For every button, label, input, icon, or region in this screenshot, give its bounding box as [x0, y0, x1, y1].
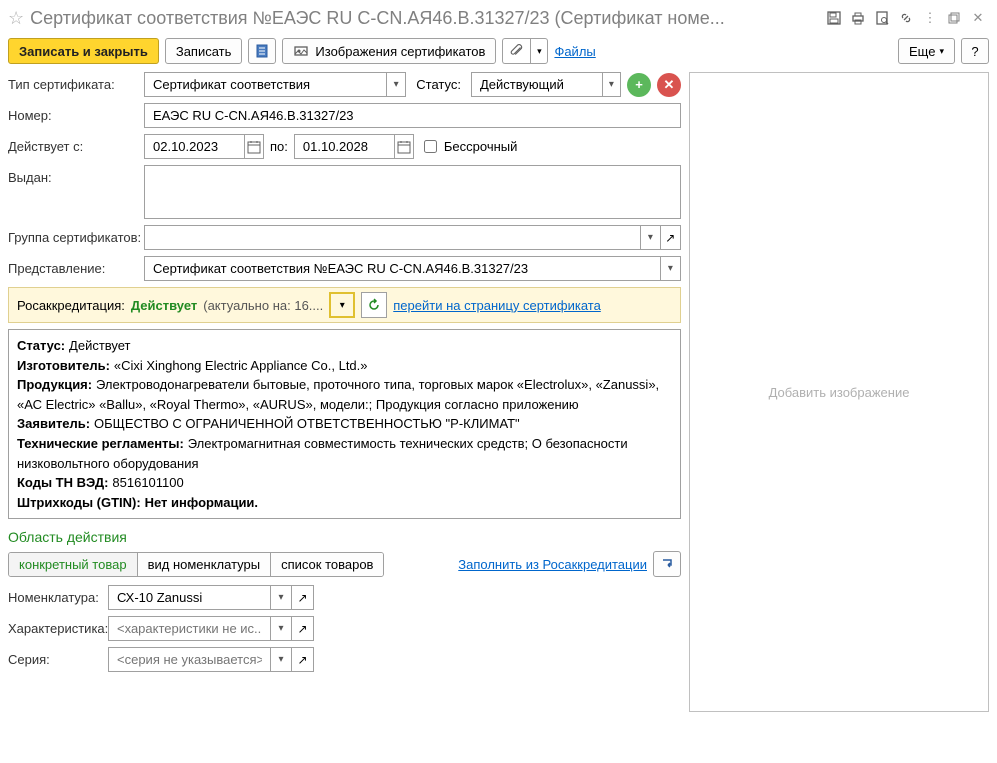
perpetual-checkbox[interactable]: Бессрочный: [420, 137, 518, 156]
certificate-details: Статус: Действует Изготовитель: «Cixi Xi…: [8, 329, 681, 519]
open-external-icon[interactable]: ↗: [292, 647, 314, 672]
image-drop-zone[interactable]: Добавить изображение: [689, 72, 989, 712]
fill-action-button[interactable]: [653, 551, 681, 577]
cert-type-row: Тип сертификата: ▾ Статус: ▾ + ✕: [8, 72, 681, 97]
cert-group-select[interactable]: ▾ ↗: [144, 225, 681, 250]
rosaccreditation-bar: Росаккредитация: Действует (актуально на…: [8, 287, 681, 323]
chevron-down-icon[interactable]: ▾: [602, 72, 621, 97]
print-icon[interactable]: [847, 7, 869, 29]
characteristic-row: Характеристика: ▾ ↗: [8, 616, 681, 641]
rosaccred-dropdown[interactable]: ▾: [329, 292, 355, 318]
close-icon[interactable]: ✕: [967, 7, 989, 29]
series-select[interactable]: ▾ ↗: [108, 647, 314, 672]
save-and-close-button[interactable]: Записать и закрыть: [8, 38, 159, 64]
help-button[interactable]: ?: [961, 38, 989, 64]
tab-nomenclature-type[interactable]: вид номенклатуры: [138, 553, 272, 576]
kebab-menu-icon[interactable]: ⋮: [919, 7, 941, 29]
issued-textarea[interactable]: [144, 165, 681, 219]
representation-label: Представление:: [8, 256, 144, 276]
titlebar: ☆ Сертификат соответствия №ЕАЭС RU С-CN.…: [8, 4, 989, 32]
tab-specific-product[interactable]: конкретный товар: [9, 553, 138, 576]
report-icon[interactable]: [871, 7, 893, 29]
nomenclature-row: Номенклатура: ▾ ↗: [8, 585, 681, 610]
number-row: Номер:: [8, 103, 681, 128]
issued-row: Выдан:: [8, 165, 681, 219]
chevron-down-icon[interactable]: ▾: [270, 647, 292, 672]
number-input[interactable]: [144, 103, 681, 128]
files-link[interactable]: Файлы: [554, 44, 595, 59]
cert-type-select[interactable]: ▾: [144, 72, 406, 97]
cert-images-button[interactable]: Изображения сертификатов: [282, 38, 496, 64]
refresh-button[interactable]: [361, 292, 387, 318]
status-label: Статус:: [412, 77, 465, 92]
series-row: Серия: ▾ ↗: [8, 647, 681, 672]
rosaccred-status: Действует: [131, 298, 197, 313]
issued-label: Выдан:: [8, 165, 144, 185]
chevron-down-icon[interactable]: ▾: [640, 225, 660, 250]
rosaccred-label: Росаккредитация:: [17, 298, 125, 313]
attach-button[interactable]: ▾: [502, 38, 548, 64]
document-properties-button[interactable]: [248, 38, 276, 64]
cert-page-link[interactable]: перейти на страницу сертификата: [393, 298, 601, 313]
window-title: Сертификат соответствия №ЕАЭС RU С-CN.АЯ…: [30, 8, 823, 29]
scope-section-title: Область действия: [8, 529, 681, 545]
characteristic-select[interactable]: ▾ ↗: [108, 616, 314, 641]
characteristic-label: Характеристика:: [8, 616, 108, 636]
add-button[interactable]: +: [627, 73, 651, 97]
scope-tabs-row: конкретный товар вид номенклатуры список…: [8, 551, 681, 577]
cert-images-label: Изображения сертификатов: [315, 44, 485, 59]
number-label: Номер:: [8, 103, 144, 123]
nomenclature-select[interactable]: ▾ ↗: [108, 585, 314, 610]
to-label: по:: [270, 139, 288, 154]
link-icon[interactable]: [895, 7, 917, 29]
main-toolbar: Записать и закрыть Записать Изображения …: [8, 38, 989, 64]
cert-group-row: Группа сертификатов: ▾ ↗: [8, 225, 681, 250]
open-external-icon[interactable]: ↗: [292, 616, 314, 641]
open-external-icon[interactable]: ↗: [292, 585, 314, 610]
date-to-input[interactable]: [294, 134, 414, 159]
more-button[interactable]: Еще▾: [898, 38, 955, 64]
nomenclature-label: Номенклатура:: [8, 585, 108, 605]
fill-from-rosaccred-link[interactable]: Заполнить из Росаккредитации: [458, 557, 647, 572]
rosaccred-date: (актуально на: 16....: [203, 298, 323, 313]
window-restore-icon[interactable]: [943, 7, 965, 29]
validity-row: Действует с: по: Бессрочный: [8, 134, 681, 159]
scope-tab-group: конкретный товар вид номенклатуры список…: [8, 552, 384, 577]
series-label: Серия:: [8, 647, 108, 667]
open-external-icon[interactable]: ↗: [661, 225, 681, 250]
representation-row: Представление: ▾: [8, 256, 681, 281]
calendar-icon[interactable]: [244, 134, 264, 159]
representation-input[interactable]: ▾: [144, 256, 681, 281]
chevron-down-icon[interactable]: ▾: [386, 72, 406, 97]
calendar-icon[interactable]: [394, 134, 414, 159]
favorite-star-icon[interactable]: ☆: [8, 8, 24, 29]
remove-button[interactable]: ✕: [657, 73, 681, 97]
tab-product-list[interactable]: список товаров: [271, 553, 383, 576]
save-button[interactable]: Записать: [165, 38, 243, 64]
chevron-down-icon[interactable]: ▾: [270, 585, 292, 610]
valid-from-label: Действует с:: [8, 134, 144, 154]
cert-group-label: Группа сертификатов:: [8, 225, 144, 245]
save-icon[interactable]: [823, 7, 845, 29]
cert-type-label: Тип сертификата:: [8, 72, 144, 92]
chevron-down-icon[interactable]: ▾: [660, 256, 681, 281]
image-drop-placeholder: Добавить изображение: [769, 385, 910, 400]
chevron-down-icon[interactable]: ▾: [270, 616, 292, 641]
status-select[interactable]: ▾: [471, 72, 621, 97]
date-from-input[interactable]: [144, 134, 264, 159]
